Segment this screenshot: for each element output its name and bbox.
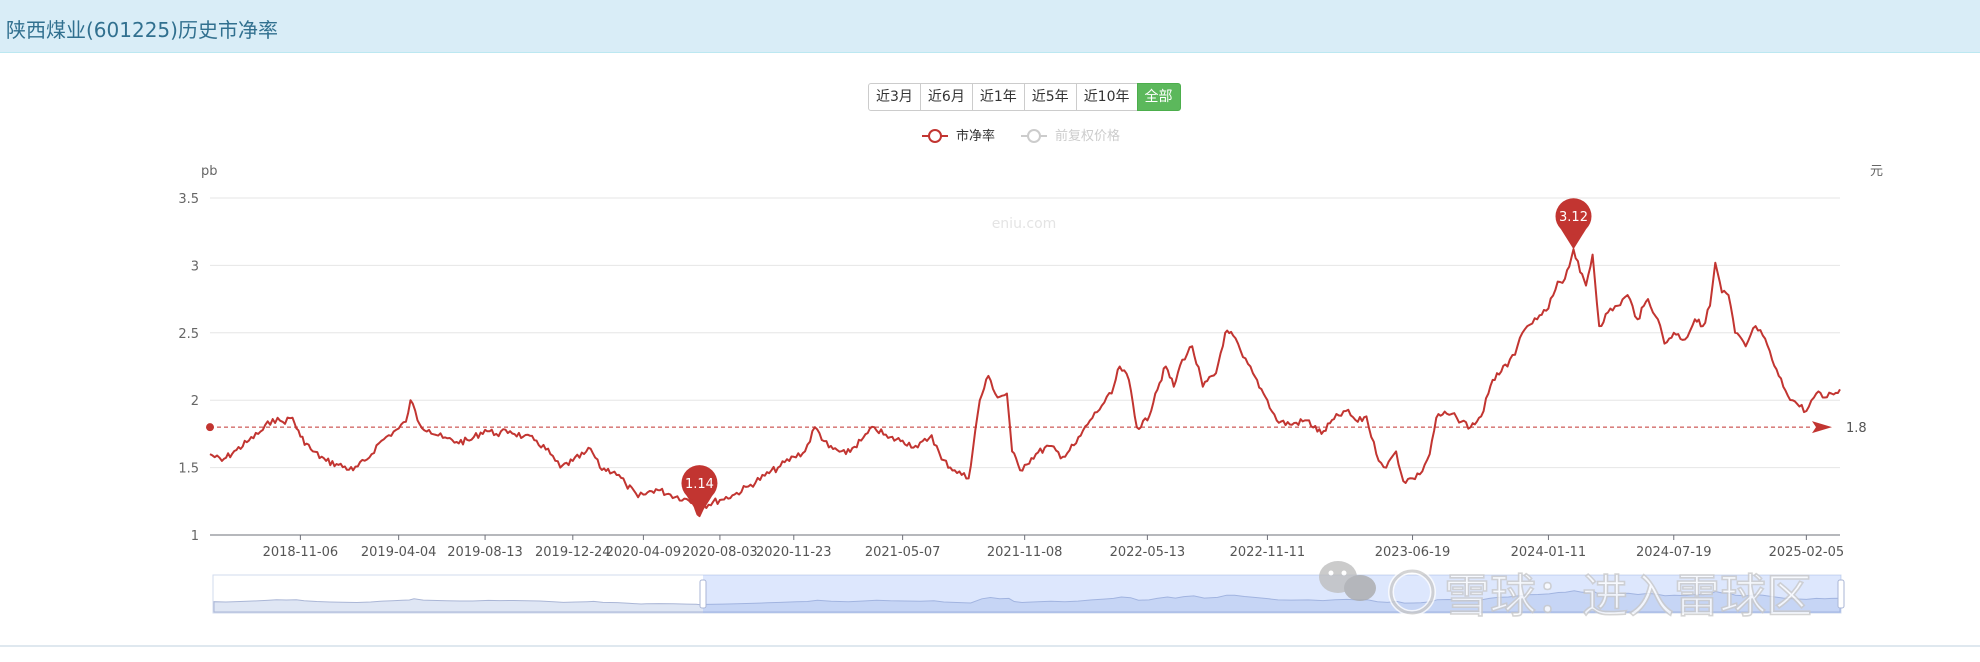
x-tick-label: 2023-06-19 [1375,545,1451,560]
zoom-right-handle[interactable] [1837,579,1845,609]
x-tick-label: 2025-02-05 [1769,545,1845,560]
pb-chart: 市净率 前复权价格 pb 元 eniu.com 1 1.5 2 2.5 3 3.5 201… [178,128,1883,624]
x-tick-label: 2024-01-11 [1511,545,1587,560]
x-tick-label: 2022-11-11 [1230,545,1306,560]
panel-bottom-border [0,645,1980,647]
x-tick-label: 2019-08-13 [447,545,523,560]
y-left-axis-label: pb [201,164,218,179]
y-tick-label: 2 [191,394,199,409]
markpoint-label: 3.12 [1559,210,1588,225]
markpoint-label: 1.14 [685,477,714,492]
x-tick-label: 2019-04-04 [361,545,437,560]
markpoint-pin-icon: 3.12 [1555,198,1592,250]
y-tick-label: 1.5 [178,462,199,477]
x-tick-label: 2020-04-09 [606,545,682,560]
legend-label-pb: 市净率 [956,128,995,144]
x-tick-label: 2021-05-07 [865,545,941,560]
site-watermark: eniu.com [992,216,1057,232]
x-tick-label: 2020-08-03 [682,545,758,560]
x-tick-label: 2022-05-13 [1110,545,1186,560]
legend-label-price: 前复权价格 [1055,128,1120,144]
y-tick-label: 1 [191,529,199,544]
x-tick-label: 2018-11-06 [263,545,339,560]
x-tick-label: 2021-11-08 [987,545,1063,560]
y-tick-label: 3.5 [178,192,199,207]
legend-item-pb[interactable]: 市净率 [922,128,995,144]
y-tick-label: 3 [191,259,199,274]
markline-arrow-icon [1812,421,1832,434]
pb-series-line [209,248,1841,518]
zoom-left-handle[interactable] [699,579,707,609]
x-tick-label: 2019-12-24 [535,545,611,560]
y-tick-label: 2.5 [178,327,199,342]
x-tick-label: 2020-11-23 [756,545,832,560]
markline-label: 1.8 [1846,421,1867,436]
legend: 市净率 前复权价格 [922,128,1120,144]
markpoint-pin-icon: 1.14 [681,465,718,517]
x-tick-label: 2024-07-19 [1636,545,1712,560]
xueqiu-logo-watermark: 雪球：进入雷球区 [1319,561,1813,624]
legend-item-price[interactable]: 前复权价格 [1021,128,1120,144]
overlay-watermark-text: 雪球：进入雷球区 [1444,569,1812,623]
y-right-axis-label: 元 [1870,164,1883,179]
